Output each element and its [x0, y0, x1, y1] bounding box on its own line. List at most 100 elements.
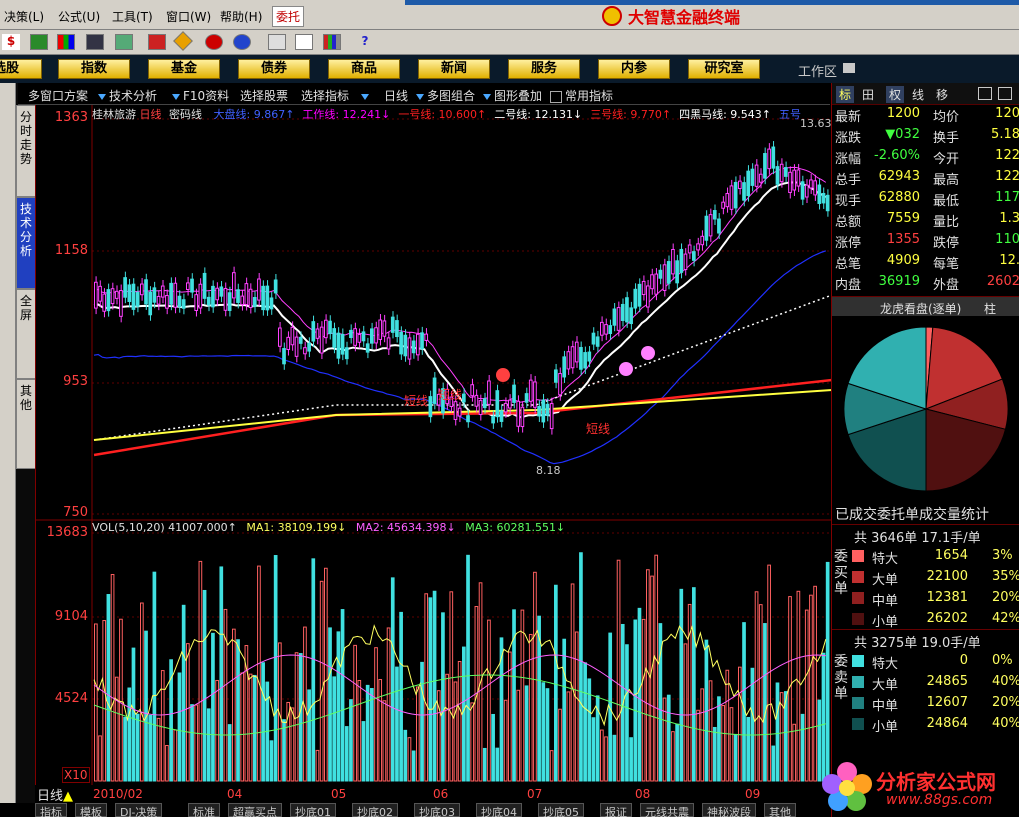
candle	[612, 308, 617, 326]
bar-tab[interactable]: 柱	[984, 300, 996, 317]
bottom-period-label[interactable]: 日线▲	[37, 785, 73, 804]
quote-row: 现手 62880 最低 117	[832, 190, 1019, 211]
nav-bond[interactable]: 债券	[238, 59, 310, 79]
binoculars-icon[interactable]	[86, 34, 104, 50]
tab-other[interactable]: 其他	[16, 379, 36, 469]
e-icon[interactable]	[233, 34, 251, 50]
bottom-tab[interactable]: 超赢买点	[228, 803, 282, 817]
candle	[462, 393, 466, 403]
dollar-icon[interactable]: $	[2, 34, 20, 50]
buy-side-label: 委买单	[834, 549, 848, 597]
tool-common-indicator[interactable]: 常用指标	[550, 87, 613, 104]
tab-technical[interactable]: 技术分析	[16, 197, 36, 289]
bottom-tab[interactable]: 抄底04	[476, 803, 522, 817]
bottom-tab[interactable]: 报证	[600, 803, 632, 817]
tool-f10[interactable]: F10资料	[172, 87, 229, 104]
nav-news[interactable]: 新闻	[418, 59, 490, 79]
f-icon[interactable]	[205, 34, 223, 50]
volume-bar	[98, 735, 102, 782]
legend-swatch	[852, 592, 864, 604]
nav-research[interactable]: 研究室	[688, 59, 760, 79]
nav-index[interactable]: 指数	[58, 59, 130, 79]
nav-fund[interactable]: 基金	[148, 59, 220, 79]
volume-bar	[336, 631, 341, 782]
bottom-tab[interactable]: 抄底05	[538, 803, 584, 817]
volume-bar	[754, 591, 759, 782]
workarea-label[interactable]: 工作区	[798, 61, 837, 80]
kline-chart[interactable]: 8.18 13.63 短线 短线 短线	[36, 105, 833, 785]
kline-chart-area[interactable]: 8.18 13.63 短线 短线 短线 1363 1158 953 750 13…	[35, 105, 833, 785]
legend-swatch	[852, 655, 864, 667]
tool-daily[interactable]: 日线	[361, 87, 408, 104]
candle	[650, 274, 654, 290]
tab-fullscreen[interactable]: 全屏	[16, 289, 36, 379]
volume-bar	[307, 689, 311, 782]
dragon-tab[interactable]: 龙虎看盘(逐单)	[880, 300, 961, 317]
entrust-button[interactable]: 委托	[272, 6, 305, 27]
side-scrollbar[interactable]	[0, 83, 16, 803]
quote-tab-move[interactable]: 移	[936, 86, 948, 103]
quote-tab-line[interactable]: 线	[912, 86, 924, 103]
workarea-dropdown-icon[interactable]	[843, 63, 855, 73]
quote-tab-grid[interactable]: 田	[862, 86, 874, 103]
menu-formula[interactable]: 公式(U)	[58, 8, 100, 25]
bottom-tab[interactable]: 神秘波段	[702, 803, 756, 817]
bottom-tab[interactable]: 其他	[764, 803, 796, 817]
chart-icon[interactable]	[148, 34, 166, 50]
short-line-mark: 短线	[586, 422, 610, 436]
candle	[700, 235, 705, 246]
tool-technical[interactable]: 技术分析	[98, 87, 157, 104]
menu-window[interactable]: 窗口(W)	[166, 8, 211, 25]
tool-select-indicator[interactable]: 选择指标	[301, 87, 349, 104]
tool-select-stock[interactable]: 选择股票	[240, 87, 288, 104]
flower-logo-icon	[822, 762, 872, 811]
bottom-tab[interactable]: 指标	[35, 803, 67, 817]
volume-bar	[746, 716, 751, 782]
candle	[646, 285, 650, 308]
volume-bar	[252, 674, 257, 782]
bottom-tab[interactable]: DJ-决策	[115, 803, 163, 817]
nav-commodity[interactable]: 商品	[328, 59, 400, 79]
bottom-tab[interactable]: 模板	[75, 803, 107, 817]
bottom-tab[interactable]: 抄底02	[352, 803, 398, 817]
candle	[177, 295, 182, 308]
quote-label: 外盘	[933, 278, 960, 293]
brand: 大智慧金融终端	[602, 5, 782, 27]
maximize-icon[interactable]	[998, 87, 1012, 100]
books-icon[interactable]	[323, 34, 341, 50]
quote-tab-rights[interactable]: 权	[886, 86, 905, 103]
nav-insider[interactable]: 内参	[598, 59, 670, 79]
candle	[549, 403, 554, 430]
candle	[733, 181, 738, 209]
tool-overlay[interactable]: 图形叠加	[483, 87, 542, 104]
nav-service[interactable]: 服务	[508, 59, 580, 79]
help-icon[interactable]: ?	[356, 34, 374, 50]
date-tick: 07	[527, 787, 543, 801]
candle	[215, 287, 219, 301]
menu-tools[interactable]: 工具(T)	[112, 8, 153, 25]
volume-bar	[403, 729, 408, 782]
alarm-icon[interactable]	[115, 34, 133, 50]
menu-decision[interactable]: 决策(L)	[4, 8, 44, 25]
candle	[566, 351, 571, 370]
candle	[94, 281, 98, 309]
diamond-icon[interactable]	[173, 31, 193, 51]
quote-row: 最新 1200 均价 120	[832, 106, 1019, 127]
tool-multiwindow[interactable]: 多窗口方案	[28, 87, 88, 104]
nav-stock-pick[interactable]: 选股	[0, 59, 42, 79]
bars-icon[interactable]	[57, 34, 75, 50]
volume-bar	[114, 676, 119, 782]
volume-bar	[378, 679, 383, 782]
quote-tab-standard[interactable]: 标	[836, 86, 855, 103]
tool-multi-chart[interactable]: 多图组合	[416, 87, 475, 104]
tab-intraday[interactable]: 分时走势	[16, 105, 36, 197]
menu-help[interactable]: 帮助(H)	[220, 8, 262, 25]
restore-icon[interactable]	[978, 87, 992, 100]
bottom-tab[interactable]: 抄底01	[290, 803, 336, 817]
bottom-tab[interactable]: 元线共震	[640, 803, 694, 817]
window-icon[interactable]	[295, 34, 313, 50]
money-icon[interactable]	[30, 34, 48, 50]
print-icon[interactable]	[268, 34, 286, 50]
bottom-tab[interactable]: 抄底03	[414, 803, 460, 817]
bottom-tab[interactable]: 标准	[188, 803, 220, 817]
